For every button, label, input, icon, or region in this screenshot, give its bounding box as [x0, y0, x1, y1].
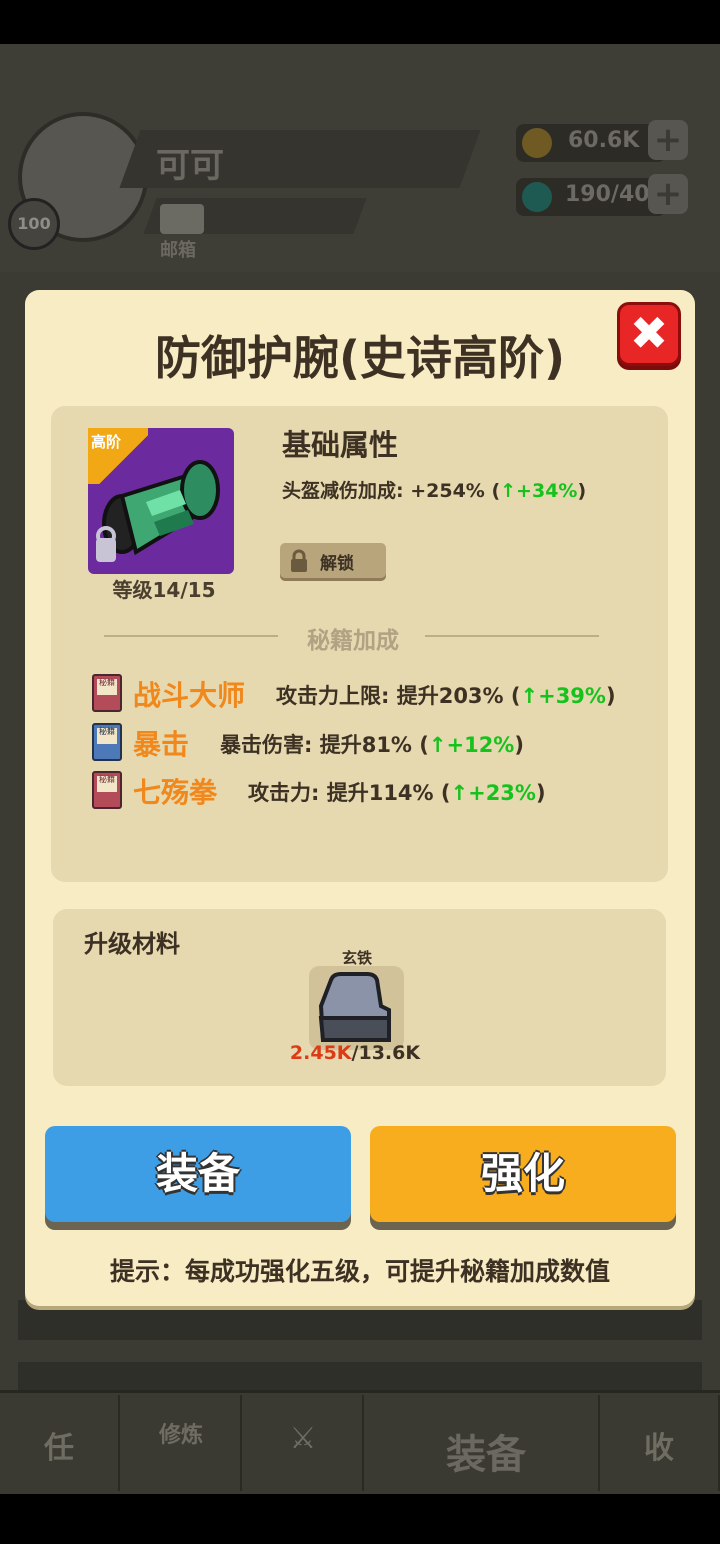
equipment-slot-row [18, 1300, 702, 1340]
materials-title: 升级材料 [84, 930, 180, 958]
equip-button-label: 装备 [155, 1149, 240, 1198]
lock-icon [291, 549, 307, 572]
mailbox-label: 邮箱 [160, 240, 196, 261]
secret-book-icon: 秘籍 [92, 674, 122, 712]
train-book-icon: 修炼 [158, 1423, 203, 1448]
add-energy-button: + [648, 174, 688, 214]
base-stat-bonus: ↑+34% [500, 480, 578, 502]
nav-tab-battle: ⚔ [244, 1395, 364, 1491]
system-nav-bar [0, 1494, 720, 1544]
skill-stat-close: ) [605, 684, 616, 708]
gem-icon [522, 182, 552, 212]
material-slot[interactable] [309, 966, 404, 1050]
skill-stat-bonus: ↑+39% [520, 684, 606, 708]
equip-button[interactable]: 装备 [45, 1126, 351, 1222]
gold-value: 60.6K [568, 128, 640, 153]
skill-stat-line: 暴击伤害: 提升81% (↑+12%) [220, 729, 524, 759]
gold-coin-icon [522, 128, 552, 158]
nav-tab-store: 收 [600, 1395, 720, 1491]
material-name: 玄铁 [341, 949, 372, 967]
skill-stat-bonus: ↑+23% [450, 781, 536, 805]
player-name: 可可 [156, 146, 224, 186]
add-gold-button: + [648, 120, 688, 160]
skill-stat-text: 暴击伤害: 提升81% ( [220, 733, 429, 757]
material-have: 2.45K [289, 1042, 352, 1064]
iron-ore-icon [318, 972, 391, 1042]
status-bar [0, 0, 720, 44]
close-icon: ✖ [629, 306, 669, 360]
skill-stat-line: 攻击力上限: 提升203% (↑+39%) [276, 680, 616, 710]
skill-name: 暴击 [133, 728, 190, 761]
skill-stat-close: ) [514, 733, 524, 757]
material-need: /13.6K [351, 1042, 421, 1064]
base-stat-line: 头盔减伤加成: +254% (↑+34%) [282, 476, 586, 503]
base-stat-close: ) [577, 480, 587, 502]
nav-tab-train: 修炼 [122, 1395, 242, 1491]
skill-stat-text: 攻击力上限: 提升203% ( [276, 684, 521, 708]
skill-name: 七殇拳 [133, 776, 218, 809]
nav-tab-task: 任 [0, 1395, 120, 1491]
book-tag: 秘籍 [97, 776, 117, 792]
book-tag: 秘籍 [97, 728, 117, 744]
material-count: 2.45K/13.6K [260, 1042, 450, 1064]
hint-text: 提示：每成功强化五级，可提升秘籍加成数值 [109, 1257, 610, 1286]
divider [425, 635, 599, 637]
close-button[interactable]: ✖ [617, 302, 681, 366]
book-tag: 秘籍 [97, 679, 117, 695]
skill-name: 战斗大师 [133, 679, 246, 712]
skill-stat-text: 攻击力: 提升114% ( [248, 781, 451, 805]
upgrade-button-label: 强化 [480, 1149, 565, 1198]
secret-book-icon: 秘籍 [92, 771, 122, 809]
base-stat-text: 头盔减伤加成: +254% ( [282, 480, 501, 502]
base-attributes-title: 基础属性 [282, 428, 399, 462]
item-level: 等级14/15 [112, 578, 216, 602]
dialog-title: 防御护腕(史诗高阶) [154, 331, 566, 385]
player-level-badge: 100 [8, 198, 60, 250]
energy-value: 190/40 [565, 182, 650, 207]
store-icon: 收 [644, 1431, 674, 1466]
secret-book-icon: 秘籍 [92, 723, 122, 761]
nav-equip-label: 装备 [446, 1432, 526, 1478]
unlock-label: 解锁 [320, 554, 354, 574]
skill-stat-line: 攻击力: 提升114% (↑+23%) [248, 777, 546, 807]
mail-icon [160, 204, 204, 234]
divider [104, 635, 278, 637]
secret-bonus-title: 秘籍加成 [307, 628, 399, 654]
skill-stat-bonus: ↑+12% [428, 733, 515, 757]
task-scroll-icon: 任 [44, 1431, 74, 1466]
upgrade-button[interactable]: 强化 [370, 1126, 676, 1222]
tier-badge-label: 高阶 [91, 433, 122, 451]
crossed-swords-icon: ⚔ [289, 1421, 317, 1456]
skill-stat-close: ) [535, 781, 546, 805]
